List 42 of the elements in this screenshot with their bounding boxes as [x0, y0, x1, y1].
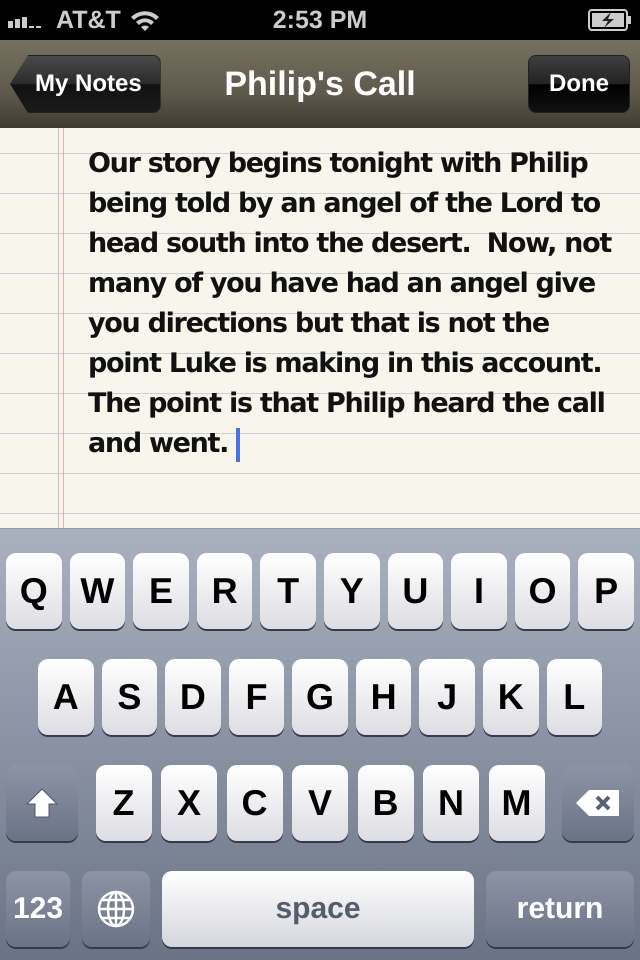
letter-key[interactable]: N	[423, 765, 479, 841]
shift-key[interactable]	[6, 765, 78, 841]
back-button[interactable]: My Notes	[10, 55, 161, 113]
letter-key[interactable]: C	[226, 765, 282, 841]
letter-key[interactable]: E	[133, 553, 189, 629]
note-text[interactable]: Our story begins tonight with Philip being told by an angel of the Lord to head south into the desert. Now, not many of you have had an angel give you directions but that is not the point Luke is making in this account. The point is that Philip heard the call and went.	[88, 144, 618, 464]
letter-key[interactable]: D	[165, 659, 221, 735]
letter-key[interactable]: M	[488, 765, 544, 841]
globe-key[interactable]	[82, 871, 150, 947]
letter-key[interactable]: Q	[6, 553, 62, 629]
letter-key[interactable]: Z	[96, 765, 152, 841]
shift-arrow-icon	[25, 787, 59, 819]
delete-key[interactable]	[562, 765, 634, 841]
numbers-key[interactable]: 123	[6, 871, 70, 947]
globe-icon	[96, 889, 136, 929]
letter-key[interactable]: B	[358, 765, 414, 841]
space-key[interactable]: space	[162, 871, 474, 947]
letter-key[interactable]: F	[228, 659, 284, 735]
carrier-name: AT&T	[56, 6, 121, 34]
letter-key[interactable]: A	[38, 659, 94, 735]
letter-key[interactable]: X	[161, 765, 217, 841]
battery-charging-icon	[588, 9, 632, 31]
letter-key[interactable]: L	[546, 659, 602, 735]
letter-key[interactable]: G	[292, 659, 348, 735]
done-button[interactable]: Done	[528, 55, 630, 113]
letter-key[interactable]: V	[292, 765, 348, 841]
letter-key[interactable]: P	[578, 553, 634, 629]
letter-key[interactable]: Y	[324, 553, 380, 629]
letter-key[interactable]: T	[260, 553, 316, 629]
letter-key[interactable]: I	[451, 553, 507, 629]
letter-key[interactable]: S	[102, 659, 158, 735]
letter-key[interactable]: J	[419, 659, 475, 735]
letter-key[interactable]: R	[196, 553, 252, 629]
clock-time: 2:53 PM	[272, 6, 368, 34]
letter-key[interactable]: K	[482, 659, 538, 735]
letter-key[interactable]: O	[514, 553, 570, 629]
letter-key[interactable]: H	[356, 659, 412, 735]
letter-key[interactable]: U	[388, 553, 444, 629]
letter-key[interactable]: W	[70, 553, 126, 629]
backspace-icon	[575, 789, 621, 817]
return-key[interactable]: return	[486, 871, 634, 947]
note-title: Philip's Call	[224, 64, 416, 104]
